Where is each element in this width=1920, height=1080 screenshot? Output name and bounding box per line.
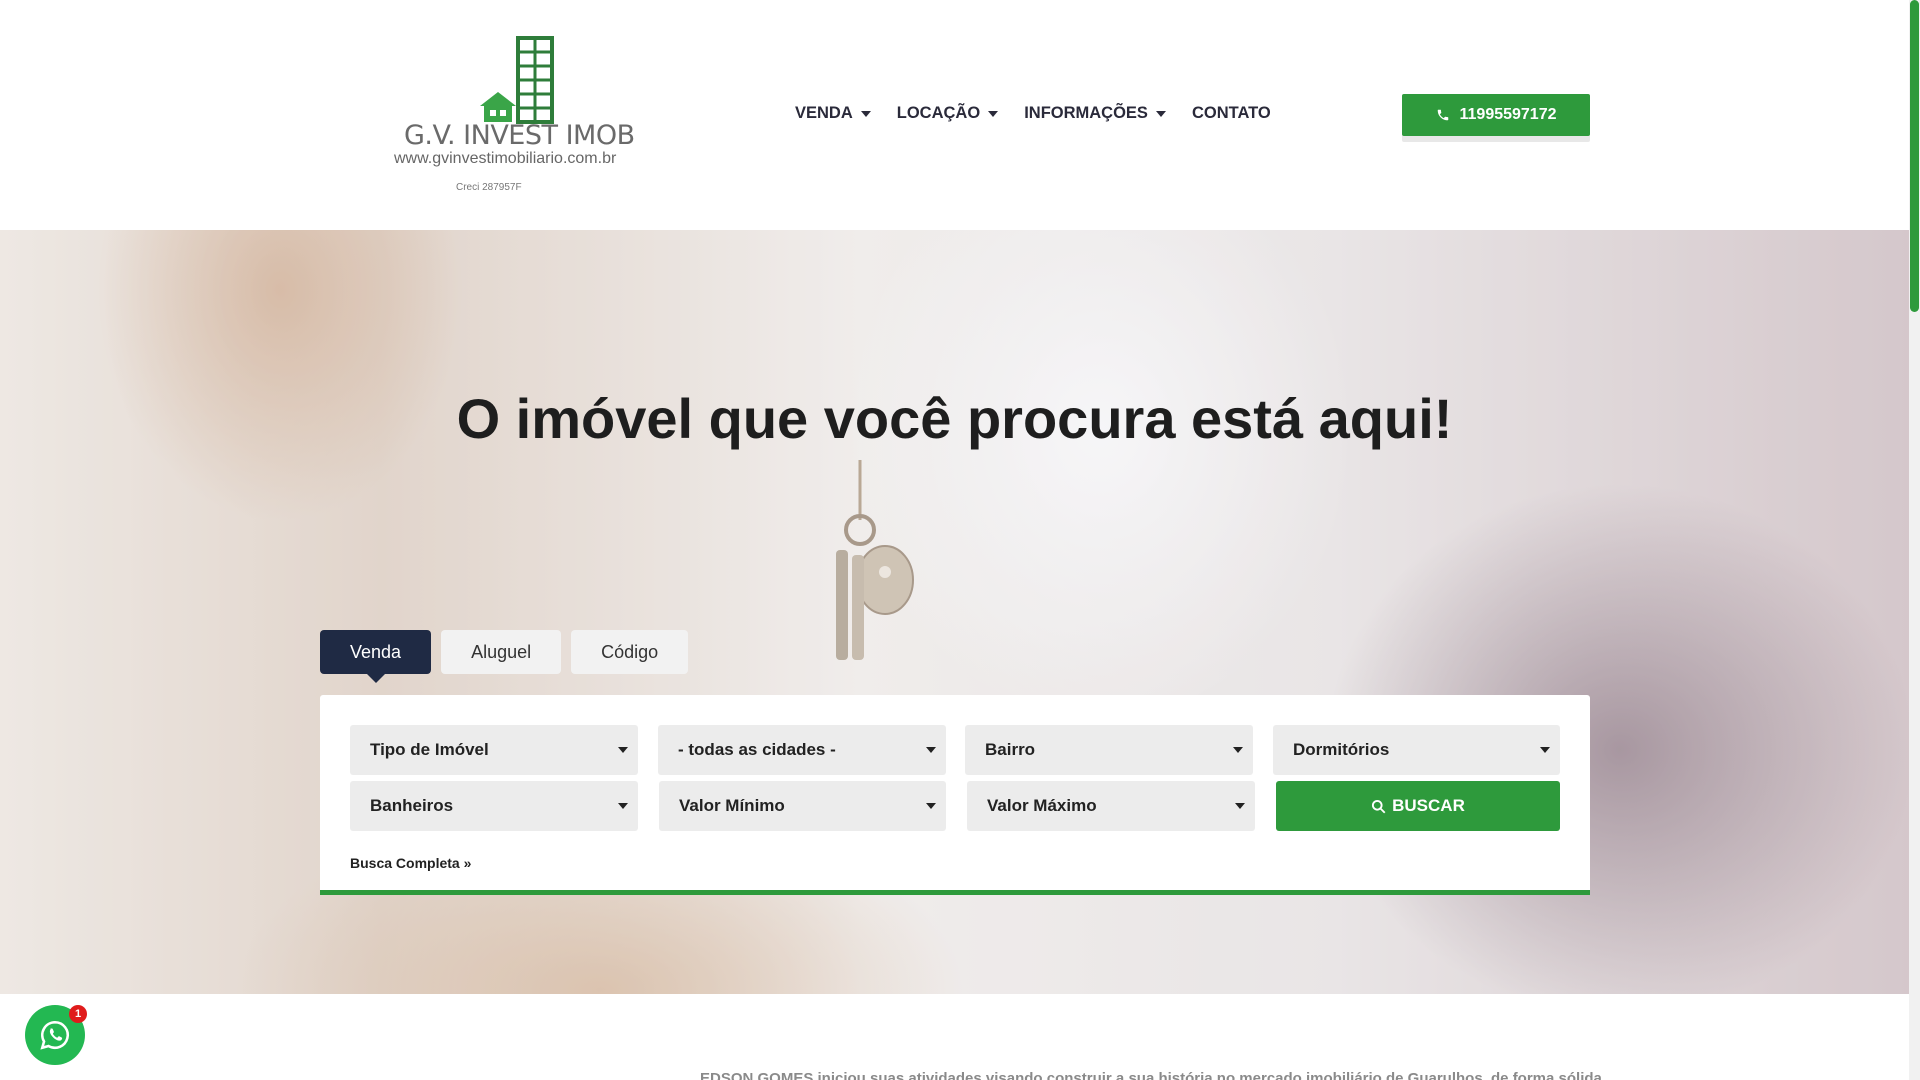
nav-label: LOCAÇÃO <box>896 104 981 122</box>
valor-maximo-select[interactable]: Valor Máximo <box>967 781 1255 831</box>
caret-down-icon <box>860 110 871 117</box>
phone-icon <box>1437 109 1448 121</box>
banheiros-select[interactable]: Banheiros <box>350 781 638 831</box>
select-label: Valor Mínimo <box>679 796 785 815</box>
keys-image <box>836 460 914 660</box>
nav-label: CONTATO <box>1191 104 1271 122</box>
whatsapp-badge: 1 <box>69 1005 87 1023</box>
select-label: Banheiros <box>370 796 454 815</box>
caret-down-icon <box>988 110 999 117</box>
caret-down-icon <box>1233 747 1243 753</box>
nav-label: INFORMAÇÕES <box>1024 104 1148 122</box>
whatsapp-icon <box>40 1020 69 1050</box>
dormitorios-select[interactable]: Dormitórios <box>1273 725 1560 775</box>
tipo-imovel-select[interactable]: Tipo de Imóvel <box>350 725 638 775</box>
scrollbar-thumb[interactable] <box>1910 0 1919 312</box>
caret-down-icon <box>1540 747 1550 753</box>
tab-venda[interactable]: Venda <box>320 630 432 683</box>
caret-down-icon <box>926 747 936 753</box>
building-logo-icon <box>480 36 554 124</box>
caret-down-icon <box>618 803 628 809</box>
nav-item-informacoes[interactable]: INFORMAÇÕES <box>1024 104 1166 123</box>
select-label: - todas as cidades - <box>678 740 836 759</box>
tab-codigo[interactable]: Código <box>571 630 689 674</box>
nav-label: VENDA <box>795 104 853 122</box>
caret-down-icon <box>618 747 628 753</box>
logo-url: www.gvinvestimobiliario.com.br <box>394 150 617 167</box>
nav-item-venda[interactable]: VENDA <box>795 104 871 123</box>
nav-item-contato[interactable]: CONTATO <box>1192 104 1271 123</box>
site-header: G.V. INVEST IMOB www.gvinvestimobiliario… <box>0 0 1909 230</box>
cidade-select[interactable]: - todas as cidades - <box>658 725 946 775</box>
caret-down-icon <box>1235 803 1245 809</box>
search-panel: Tipo de Imóvel - todas as cidades - Bair… <box>320 695 1590 895</box>
phone-button[interactable]: 11995597172 <box>1402 94 1590 136</box>
logo-creci: Creci 287957F <box>456 182 522 193</box>
select-label: Valor Máximo <box>987 796 1097 815</box>
phone-number: 11995597172 <box>1459 106 1557 123</box>
main-nav: VENDA LOCAÇÃO INFORMAÇÕES CONTATO <box>795 104 1297 123</box>
select-label: Tipo de Imóvel <box>370 740 489 759</box>
logo[interactable]: G.V. INVEST IMOB www.gvinvestimobiliario… <box>390 36 635 196</box>
tab-aluguel[interactable]: Aluguel <box>441 630 562 674</box>
caret-down-icon <box>1155 110 1166 117</box>
search-icon <box>1372 799 1386 813</box>
logo-name: G.V. INVEST IMOB <box>404 120 635 151</box>
busca-completa-link[interactable]: Busca Completa » <box>350 855 471 871</box>
buscar-label: BUSCAR <box>1392 796 1465 815</box>
intro-text: EDSON GOMES iniciou suas atividades visa… <box>700 1070 1602 1080</box>
caret-down-icon <box>926 803 936 809</box>
bairro-select[interactable]: Bairro <box>965 725 1253 775</box>
select-label: Bairro <box>985 740 1036 759</box>
select-label: Dormitórios <box>1293 740 1390 759</box>
buscar-button[interactable]: BUSCAR <box>1276 781 1560 831</box>
search-tabs: Venda Aluguel Código <box>320 630 698 683</box>
valor-minimo-select[interactable]: Valor Mínimo <box>659 781 946 831</box>
hero-title: O imóvel que você procura está aqui! <box>456 387 1453 450</box>
nav-item-locacao[interactable]: LOCAÇÃO <box>896 104 999 123</box>
